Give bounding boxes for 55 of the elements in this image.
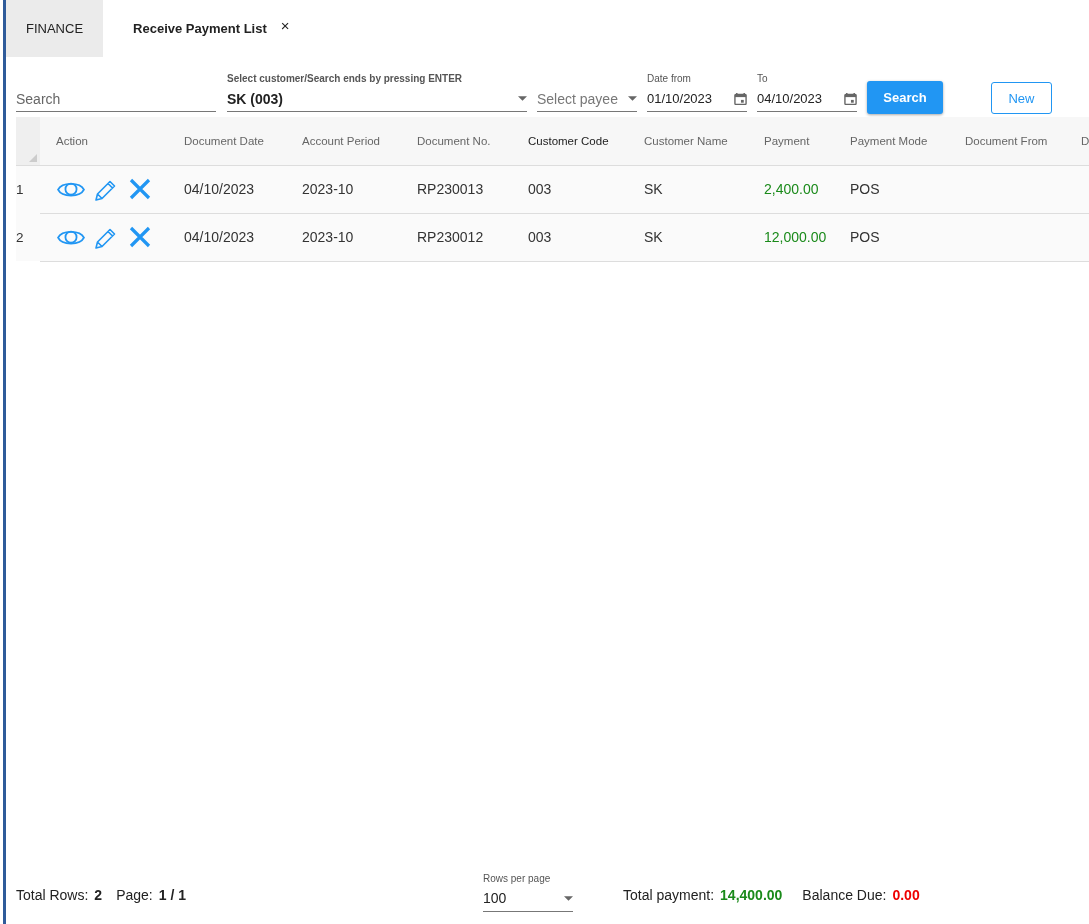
table-cell: SK — [630, 165, 750, 213]
field-label: Select customer/Search ends by pressing ENTER — [227, 73, 464, 84]
field-label: Date from — [647, 73, 692, 84]
calendar-icon[interactable] — [734, 92, 747, 105]
table-cell: POS — [836, 165, 951, 213]
row-number: 2 — [16, 213, 40, 261]
calendar-icon[interactable] — [844, 92, 857, 105]
footer-label: Total Rows: — [16, 887, 89, 903]
column-header[interactable]: Document From — [951, 117, 1067, 165]
table-cell: 04/10/2023 — [170, 213, 288, 261]
column-header[interactable]: Document No. — [403, 117, 514, 165]
footer-value: 14,400.00 — [720, 887, 783, 903]
new-button[interactable]: New — [991, 82, 1052, 114]
rows-per-page-select[interactable]: 100 — [483, 885, 573, 912]
close-icon[interactable]: × — [280, 17, 290, 34]
customer-select[interactable]: SK (003) — [227, 86, 527, 112]
date-field[interactable]: 04/10/2023 — [757, 86, 857, 112]
table-cell: 003 — [514, 165, 630, 213]
row-number: 1 — [16, 165, 40, 213]
table-cell: RP230013 — [403, 165, 514, 213]
dropdown-caret-icon[interactable] — [564, 895, 573, 901]
dropdown-caret-icon[interactable] — [628, 96, 637, 101]
footer-label: Page: — [116, 887, 153, 903]
footer-label: Balance Due: — [802, 887, 887, 903]
delete-icon[interactable] — [129, 226, 151, 248]
footer-value: 1 / 1 — [158, 887, 186, 903]
date-field[interactable]: 01/10/2023 — [647, 86, 747, 112]
table-cell: 2,400.00 — [750, 165, 836, 213]
delete-icon[interactable] — [129, 178, 151, 200]
footer-value: 0.00 — [892, 887, 920, 903]
field-label: To — [757, 73, 769, 84]
table-cell: 04/10/2023 — [170, 165, 288, 213]
payee-select[interactable]: Select payee — [537, 86, 637, 112]
table-cell: RP230012 — [403, 213, 514, 261]
table-cell: SK — [630, 213, 750, 261]
column-header[interactable]: Document Date — [170, 117, 288, 165]
column-header[interactable]: D — [1067, 117, 1089, 165]
column-header[interactable]: Customer Name — [630, 117, 750, 165]
column-header[interactable]: Action — [40, 117, 170, 165]
footer-value: 2 — [94, 887, 103, 903]
table-cell: 12,000.00 — [750, 213, 836, 261]
column-header[interactable]: Account Period — [288, 117, 403, 165]
column-header[interactable]: Payment — [750, 117, 836, 165]
tab[interactable]: FINANCE — [6, 0, 104, 57]
footer-label: Total payment: — [623, 887, 715, 903]
search-field[interactable]: Search — [16, 86, 216, 112]
search-button[interactable]: Search — [867, 81, 943, 114]
table-cell: POS — [836, 213, 951, 261]
table-cell: 003 — [514, 213, 630, 261]
column-header[interactable]: Customer Code — [514, 117, 630, 165]
field-label: Rows per page — [483, 872, 552, 884]
dropdown-caret-icon[interactable] — [518, 96, 527, 101]
table-cell: 2023-10 — [288, 213, 403, 261]
column-header[interactable]: Payment Mode — [836, 117, 951, 165]
table-cell: 2023-10 — [288, 165, 403, 213]
